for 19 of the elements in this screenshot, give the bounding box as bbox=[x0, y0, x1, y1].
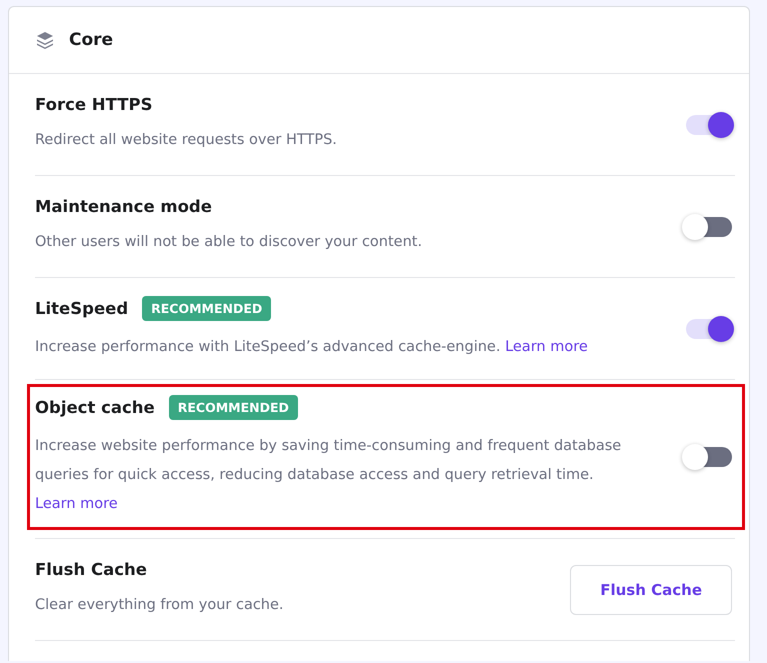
setting-description: Increase performance with LiteSpeed’s advanced cache-engine. Learn more bbox=[35, 338, 589, 356]
setting-title: LiteSpeed bbox=[35, 298, 128, 318]
recommended-badge: RECOMMENDED bbox=[168, 395, 298, 420]
setting-description: Increase website performance by saving time-consuming and frequent database queries for quick access, reducing database access and query retrieval time. Learn more bbox=[35, 437, 622, 514]
learn-more-link[interactable]: Learn more bbox=[35, 496, 118, 512]
setting-title: Force HTTPS bbox=[35, 94, 152, 114]
section-title: Core bbox=[69, 30, 114, 50]
layers-icon bbox=[35, 30, 55, 50]
toggle-switch[interactable] bbox=[686, 114, 732, 134]
setting-title: Flush Cache bbox=[35, 560, 147, 578]
setting-description: Clear everything from your cache. bbox=[35, 596, 285, 614]
flush-cache-button[interactable]: Flush Cache bbox=[570, 564, 732, 614]
setting-description: Other users will not be able to discover your content. bbox=[35, 232, 424, 252]
setting-title: Maintenance mode bbox=[35, 196, 212, 216]
recommended-badge: RECOMMENDED bbox=[142, 296, 272, 320]
toggle-switch[interactable] bbox=[686, 318, 732, 338]
setting-title: Object cache bbox=[35, 398, 155, 417]
learn-more-link[interactable]: Learn more bbox=[505, 338, 588, 354]
setting-description: Redirect all website requests over HTTPS. bbox=[35, 130, 338, 150]
